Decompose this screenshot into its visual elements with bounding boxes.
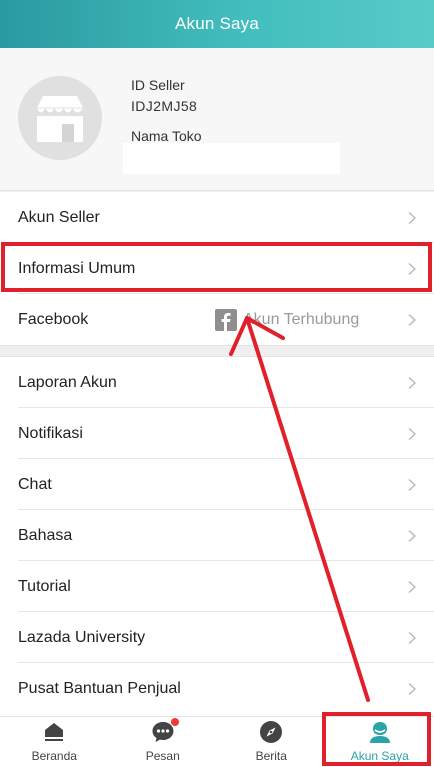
menu-item-facebook[interactable]: Facebook Akun Terhubung xyxy=(0,294,434,345)
chevron-right-icon xyxy=(408,529,416,542)
chevron-right-icon xyxy=(408,580,416,593)
compass-icon xyxy=(260,721,283,743)
tab-pesan[interactable]: Pesan xyxy=(109,717,218,767)
settings-menu: Laporan Akun Notifikasi Chat Bahasa Tuto… xyxy=(0,357,434,716)
tab-berita[interactable]: Berita xyxy=(217,717,326,767)
notification-badge xyxy=(170,718,179,726)
store-icon xyxy=(37,96,83,142)
menu-item-label: Notifikasi xyxy=(18,424,83,442)
seller-id-label: ID Seller xyxy=(131,77,185,93)
menu-item-chat[interactable]: Chat xyxy=(0,459,434,510)
store-avatar[interactable] xyxy=(18,76,102,160)
menu-item-label: Informasi Umum xyxy=(18,259,136,277)
menu-item-laporan-akun[interactable]: Laporan Akun xyxy=(0,357,434,408)
menu-item-informasi-umum[interactable]: Informasi Umum xyxy=(0,243,434,294)
menu-item-label: Chat xyxy=(18,475,52,493)
tab-label: Akun Saya xyxy=(350,749,409,763)
chevron-right-icon xyxy=(408,376,416,389)
section-separator xyxy=(0,345,434,357)
menu-item-label: Bahasa xyxy=(18,526,73,544)
menu-item-label: Laporan Akun xyxy=(18,373,117,391)
chevron-right-icon xyxy=(408,631,416,644)
menu-item-label: Pusat Bantuan Penjual xyxy=(18,679,181,697)
menu-item-label: Facebook xyxy=(18,310,89,328)
chevron-right-icon xyxy=(408,211,416,224)
tab-label: Beranda xyxy=(31,749,77,763)
menu-item-label: Tutorial xyxy=(18,577,71,595)
menu-item-tutorial[interactable]: Tutorial xyxy=(0,561,434,612)
chevron-right-icon xyxy=(408,262,416,275)
chevron-right-icon xyxy=(408,313,416,326)
store-name-value xyxy=(123,143,340,174)
page-title: Akun Saya xyxy=(174,14,260,33)
tab-akun-saya[interactable]: Akun Saya xyxy=(326,717,434,767)
seller-id-value: IDJ2MJ58 xyxy=(131,98,198,114)
facebook-icon xyxy=(215,308,237,331)
tab-label: Berita xyxy=(255,749,287,763)
menu-item-bahasa[interactable]: Bahasa xyxy=(0,510,434,561)
chevron-right-icon xyxy=(408,682,416,695)
store-name-label: Nama Toko xyxy=(131,128,202,144)
facebook-status: Akun Terhubung xyxy=(215,308,360,331)
chevron-right-icon xyxy=(408,478,416,491)
facebook-status-text: Akun Terhubung xyxy=(243,310,360,328)
tab-beranda[interactable]: Beranda xyxy=(0,717,109,767)
menu-item-notifikasi[interactable]: Notifikasi xyxy=(0,408,434,459)
user-icon xyxy=(369,722,390,743)
tab-label: Pesan xyxy=(145,749,180,763)
menu-item-lazada-university[interactable]: Lazada University xyxy=(0,612,434,663)
menu-item-label: Lazada University xyxy=(18,628,146,646)
chat-bubble-icon xyxy=(151,718,179,744)
menu-item-pusat-bantuan[interactable]: Pusat Bantuan Penjual xyxy=(0,663,434,714)
chevron-right-icon xyxy=(408,427,416,440)
profile-section: ID Seller IDJ2MJ58 Nama Toko xyxy=(0,48,434,191)
menu-item-label: Akun Seller xyxy=(18,208,100,226)
account-menu: Akun Seller Informasi Umum Facebook Akun… xyxy=(0,192,434,345)
app-header: Akun Saya xyxy=(0,0,434,48)
home-icon xyxy=(45,723,64,741)
menu-item-akun-seller[interactable]: Akun Seller xyxy=(0,192,434,243)
bottom-tab-bar: Beranda Pesan Berita Akun Saya xyxy=(0,716,434,767)
